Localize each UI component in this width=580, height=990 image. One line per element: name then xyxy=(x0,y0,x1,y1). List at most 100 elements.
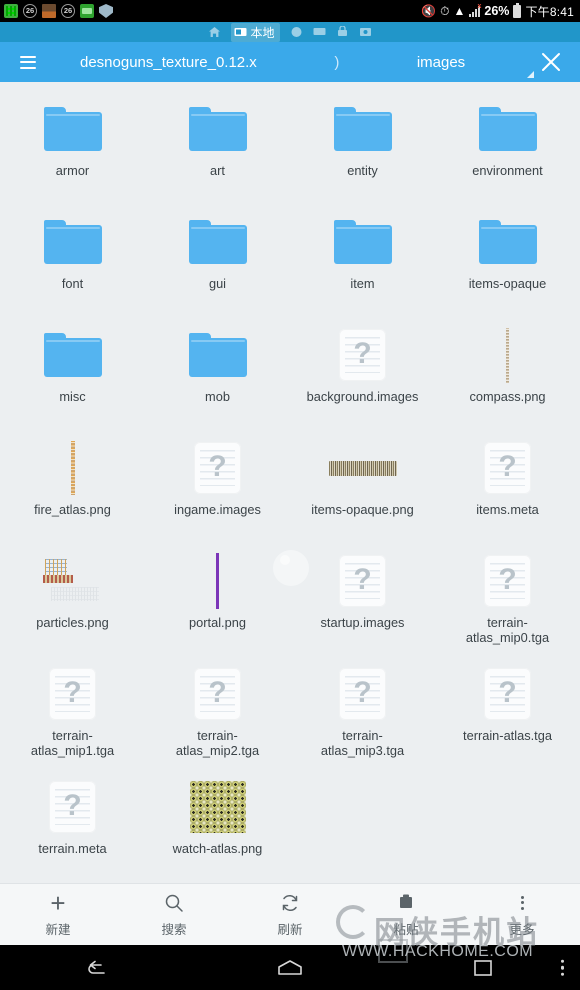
toolbar-more-button[interactable]: 更多 xyxy=(464,892,580,938)
file-thumbnail xyxy=(42,213,104,271)
battery-icon xyxy=(513,2,522,18)
folder-icon xyxy=(43,107,102,151)
unknown-file-icon: ? xyxy=(49,668,96,720)
notification-count-26-2-icon: 26 xyxy=(61,4,75,18)
file-item[interactable]: ? terrain-atlas_mip1.tga xyxy=(0,659,145,772)
file-thumbnail xyxy=(477,326,539,384)
unknown-file-icon: ? xyxy=(49,781,96,833)
file-item[interactable]: ? terrain-atlas.tga xyxy=(435,659,580,772)
file-item[interactable]: particles.png xyxy=(0,546,145,659)
folder-icon xyxy=(43,333,102,377)
file-item[interactable]: entity xyxy=(290,94,435,207)
file-thumbnail: ? xyxy=(332,665,394,723)
remote-icon[interactable] xyxy=(359,26,372,38)
file-item[interactable]: ? items.meta xyxy=(435,433,580,546)
file-item[interactable]: ? terrain-atlas_mip3.tga xyxy=(290,659,435,772)
file-thumbnail xyxy=(328,439,397,497)
file-browser-content[interactable]: armor art entity environment font gui item item… xyxy=(0,82,580,883)
file-item[interactable]: art xyxy=(145,94,290,207)
file-item[interactable]: ? background.images xyxy=(290,320,435,433)
unknown-file-icon: ? xyxy=(194,668,241,720)
file-label: misc xyxy=(59,389,86,404)
file-item[interactable]: ? terrain-atlas_mip0.tga xyxy=(435,546,580,659)
file-item[interactable]: item xyxy=(290,207,435,320)
home-pentagon-icon xyxy=(278,959,302,975)
search-icon xyxy=(164,892,184,914)
cloud-icon[interactable] xyxy=(290,26,303,38)
recent-apps-icon xyxy=(474,959,493,976)
unknown-file-icon: ? xyxy=(484,442,531,494)
file-label: terrain-atlas.tga xyxy=(463,728,552,743)
file-item[interactable]: ? terrain.meta xyxy=(0,772,145,883)
folder-icon xyxy=(188,333,247,377)
breadcrumb-item-images[interactable]: images xyxy=(417,54,465,71)
file-thumbnail xyxy=(42,439,104,497)
file-item[interactable]: watch-atlas.png xyxy=(145,772,290,883)
overflow-menu-icon xyxy=(520,892,524,914)
file-item[interactable]: ? startup.images xyxy=(290,546,435,659)
nav-overflow-icon[interactable] xyxy=(560,959,564,976)
file-label: watch-atlas.png xyxy=(172,841,263,856)
bottom-toolbar: + 新建 搜索 刷新 粘贴 更多 xyxy=(0,883,580,945)
file-thumbnail xyxy=(477,213,539,271)
list-menu-icon[interactable] xyxy=(0,52,52,72)
nav-home-button[interactable] xyxy=(193,957,386,979)
file-item[interactable]: misc xyxy=(0,320,145,433)
toolbar-refresh-button[interactable]: 刷新 xyxy=(232,892,348,938)
file-label: portal.png xyxy=(189,615,246,630)
cellular-signal-no-service-icon xyxy=(469,3,481,17)
file-item[interactable]: fire_atlas.png xyxy=(0,433,145,546)
file-label: items-opaque xyxy=(468,276,547,291)
file-item[interactable]: mob xyxy=(145,320,290,433)
resize-corner-icon[interactable] xyxy=(527,71,534,78)
file-item[interactable]: ? ingame.images xyxy=(145,433,290,546)
unknown-file-icon: ? xyxy=(339,555,386,607)
file-thumbnail: ? xyxy=(332,326,394,384)
paste-icon xyxy=(396,892,416,914)
particles-atlas-thumbnail xyxy=(41,557,105,605)
folder-icon xyxy=(478,107,537,151)
file-thumbnail: ? xyxy=(187,439,249,497)
ftp-icon[interactable] xyxy=(336,26,349,38)
file-label: art xyxy=(210,163,225,178)
message-icon xyxy=(80,4,94,18)
toolbar-new-button[interactable]: + 新建 xyxy=(0,890,116,938)
status-bar-right-icons: 🔇 ⏱ ▲ 26% 下午8:41 xyxy=(421,2,574,20)
toolbar-more-label: 更多 xyxy=(509,922,535,937)
folder-icon xyxy=(333,107,392,151)
file-item[interactable]: gui xyxy=(145,207,290,320)
file-label: gui xyxy=(208,276,227,291)
file-item[interactable]: compass.png xyxy=(435,320,580,433)
file-item[interactable]: font xyxy=(0,207,145,320)
file-label: entity xyxy=(347,163,378,178)
file-thumbnail xyxy=(187,213,249,271)
file-thumbnail: ? xyxy=(42,665,104,723)
watch-atlas-thumbnail xyxy=(189,781,246,833)
items-opaque-atlas-thumbnail xyxy=(328,460,397,476)
file-label: font xyxy=(61,276,84,291)
file-item[interactable]: items-opaque.png xyxy=(290,433,435,546)
file-item[interactable]: ? terrain-atlas_mip2.tga xyxy=(145,659,290,772)
nav-recents-button[interactable] xyxy=(387,957,580,979)
android-navigation-bar xyxy=(0,945,580,990)
file-thumbnail xyxy=(42,100,104,158)
file-item[interactable]: environment xyxy=(435,94,580,207)
file-grid: armor art entity environment font gui item item… xyxy=(0,94,580,883)
file-thumbnail: ? xyxy=(477,439,539,497)
volume-mute-icon: 🔇 xyxy=(421,4,437,18)
file-item[interactable]: items-opaque xyxy=(435,207,580,320)
file-thumbnail: ? xyxy=(477,665,539,723)
file-item[interactable]: portal.png xyxy=(145,546,290,659)
nav-back-button[interactable] xyxy=(0,957,193,979)
tab-local[interactable]: 本地 xyxy=(231,22,280,42)
breadcrumb-item-archive[interactable]: desnoguns_texture_0.12.x xyxy=(80,54,257,71)
home-icon[interactable] xyxy=(208,26,221,38)
toolbar-paste-button[interactable]: 粘贴 xyxy=(348,892,464,938)
toolbar-search-button[interactable]: 搜索 xyxy=(116,892,232,938)
folder-icon xyxy=(333,220,392,264)
unknown-file-icon: ? xyxy=(339,668,386,720)
file-item[interactable]: armor xyxy=(0,94,145,207)
file-label: terrain.meta xyxy=(38,841,107,856)
network-icon[interactable] xyxy=(313,26,326,38)
file-thumbnail xyxy=(42,552,104,610)
